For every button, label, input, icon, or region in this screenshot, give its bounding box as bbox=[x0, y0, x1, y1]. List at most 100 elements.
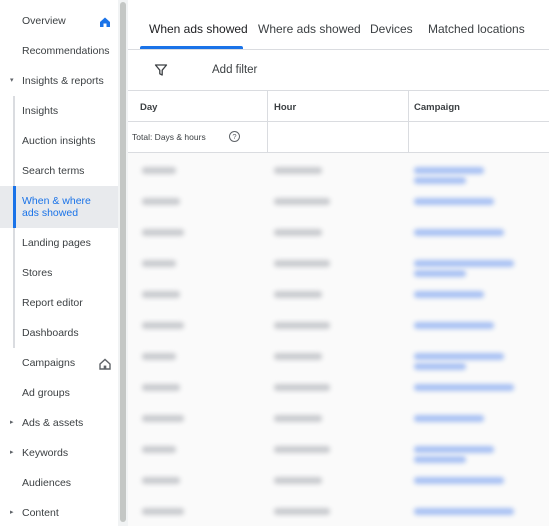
redacted-cell bbox=[274, 229, 322, 236]
table-row-redacted bbox=[128, 192, 549, 222]
redacted-cell bbox=[142, 384, 180, 391]
redacted-cell bbox=[142, 291, 180, 298]
tab-devices[interactable]: Devices bbox=[370, 22, 413, 36]
redacted-cell bbox=[414, 353, 504, 360]
table-total-row: Total: Days & hours ? bbox=[128, 122, 549, 153]
redacted-cell bbox=[414, 446, 494, 453]
tab-matched-locations[interactable]: Matched locations bbox=[428, 22, 525, 36]
nav-content[interactable]: ▸ Content bbox=[0, 504, 118, 522]
nav-label: Ad groups bbox=[22, 387, 70, 399]
add-filter-button[interactable]: Add filter bbox=[212, 64, 257, 76]
redacted-cell bbox=[414, 167, 484, 174]
redacted-cell bbox=[274, 446, 330, 453]
redacted-cell bbox=[414, 322, 494, 329]
nav-when-where-ads-showed[interactable]: When & where ads showed bbox=[0, 186, 118, 228]
table-row-redacted bbox=[128, 471, 549, 501]
nav-search-terms[interactable]: Search terms bbox=[0, 162, 118, 180]
help-icon[interactable]: ? bbox=[229, 131, 240, 142]
nav-ads-assets[interactable]: ▸ Ads & assets bbox=[0, 414, 118, 432]
nav-label: Landing pages bbox=[22, 237, 91, 249]
nav-stores[interactable]: Stores bbox=[0, 264, 118, 282]
table-row-redacted bbox=[128, 316, 549, 346]
redacted-cell bbox=[142, 353, 176, 360]
redacted-cell bbox=[142, 167, 176, 174]
nav-label: Content bbox=[22, 507, 59, 519]
redacted-cell bbox=[142, 508, 184, 515]
nav-campaigns[interactable]: Campaigns bbox=[0, 354, 118, 372]
filter-icon[interactable] bbox=[154, 63, 168, 77]
table-row-redacted bbox=[128, 378, 549, 408]
redacted-cell bbox=[274, 322, 330, 329]
nav-landing-pages[interactable]: Landing pages bbox=[0, 234, 118, 252]
table-row-redacted bbox=[128, 502, 549, 526]
redacted-cell bbox=[142, 322, 184, 329]
redacted-cell bbox=[142, 415, 184, 422]
chevron-right-icon: ▸ bbox=[10, 509, 14, 516]
nav-audiences[interactable]: Audiences bbox=[0, 474, 118, 492]
redacted-cell bbox=[414, 363, 466, 370]
nav-label: Insights & reports bbox=[22, 75, 104, 87]
table-row-redacted bbox=[128, 409, 549, 439]
redacted-cell bbox=[414, 415, 484, 422]
nav-overview[interactable]: Overview bbox=[0, 12, 118, 30]
table-row-redacted bbox=[128, 347, 549, 377]
nav-label: Dashboards bbox=[22, 327, 79, 339]
nav-auction-insights[interactable]: Auction insights bbox=[0, 132, 118, 150]
redacted-cell bbox=[414, 177, 466, 184]
redacted-cell bbox=[414, 456, 466, 463]
table-row-redacted bbox=[128, 161, 549, 191]
home-icon bbox=[100, 17, 110, 27]
nav-active-indicator bbox=[13, 186, 16, 228]
nav-label: Search terms bbox=[22, 165, 85, 177]
redacted-cell bbox=[274, 291, 322, 298]
redacted-cell bbox=[414, 508, 514, 515]
table-header-row: Day Hour Campaign bbox=[128, 91, 549, 122]
nav-recommendations[interactable]: Recommendations bbox=[0, 42, 118, 60]
column-header-campaign[interactable]: Campaign bbox=[414, 102, 460, 113]
nav-label: Campaigns bbox=[22, 357, 76, 369]
nav-label: Insights bbox=[22, 105, 59, 117]
redacted-cell bbox=[414, 291, 484, 298]
filter-bar: Add filter bbox=[128, 50, 549, 91]
column-header-hour[interactable]: Hour bbox=[274, 102, 296, 113]
nav-label: Stores bbox=[22, 267, 53, 279]
chevron-right-icon: ▸ bbox=[10, 419, 14, 426]
redacted-cell bbox=[274, 477, 322, 484]
redacted-cell bbox=[142, 477, 180, 484]
nav-label: Auction insights bbox=[22, 135, 96, 147]
table-body-blurred bbox=[128, 153, 549, 526]
tab-bar: When ads showed Where ads showed Devices… bbox=[128, 0, 549, 50]
tab-where-ads-showed[interactable]: Where ads showed bbox=[258, 22, 361, 36]
column-header-day[interactable]: Day bbox=[140, 102, 157, 113]
report-table: Day Hour Campaign Total: Days & hours ? bbox=[128, 91, 549, 526]
redacted-cell bbox=[274, 167, 322, 174]
redacted-cell bbox=[414, 270, 466, 277]
chevron-down-icon: ▾ bbox=[10, 77, 14, 84]
sidebar-nav: Overview Recommendations ▾ Insights & re… bbox=[0, 0, 118, 526]
table-row-redacted bbox=[128, 254, 549, 284]
nav-label: Report editor bbox=[22, 297, 83, 309]
redacted-cell bbox=[414, 384, 514, 391]
table-row-redacted bbox=[128, 223, 549, 253]
total-label: Total: Days & hours bbox=[132, 132, 206, 142]
redacted-cell bbox=[142, 229, 184, 236]
nav-ad-groups[interactable]: Ad groups bbox=[0, 384, 118, 402]
sidebar-scrollbar-thumb[interactable] bbox=[120, 2, 126, 522]
main-content: When ads showed Where ads showed Devices… bbox=[128, 0, 549, 526]
redacted-cell bbox=[414, 260, 514, 267]
nav-insights[interactable]: Insights bbox=[0, 102, 118, 120]
nav-dashboards[interactable]: Dashboards bbox=[0, 324, 118, 342]
nav-report-editor[interactable]: Report editor bbox=[0, 294, 118, 312]
nav-label: Overview bbox=[22, 15, 66, 27]
nav-insights-reports[interactable]: ▾ Insights & reports bbox=[0, 72, 118, 90]
redacted-cell bbox=[274, 415, 322, 422]
nav-label: When & where ads showed bbox=[22, 195, 91, 219]
nav-keywords[interactable]: ▸ Keywords bbox=[0, 444, 118, 462]
redacted-cell bbox=[274, 508, 330, 515]
redacted-cell bbox=[414, 229, 504, 236]
table-row-redacted bbox=[128, 440, 549, 470]
active-tab-indicator bbox=[140, 46, 243, 49]
chevron-right-icon: ▸ bbox=[10, 449, 14, 456]
tab-when-ads-showed[interactable]: When ads showed bbox=[149, 22, 248, 36]
nav-label: Ads & assets bbox=[22, 417, 84, 429]
